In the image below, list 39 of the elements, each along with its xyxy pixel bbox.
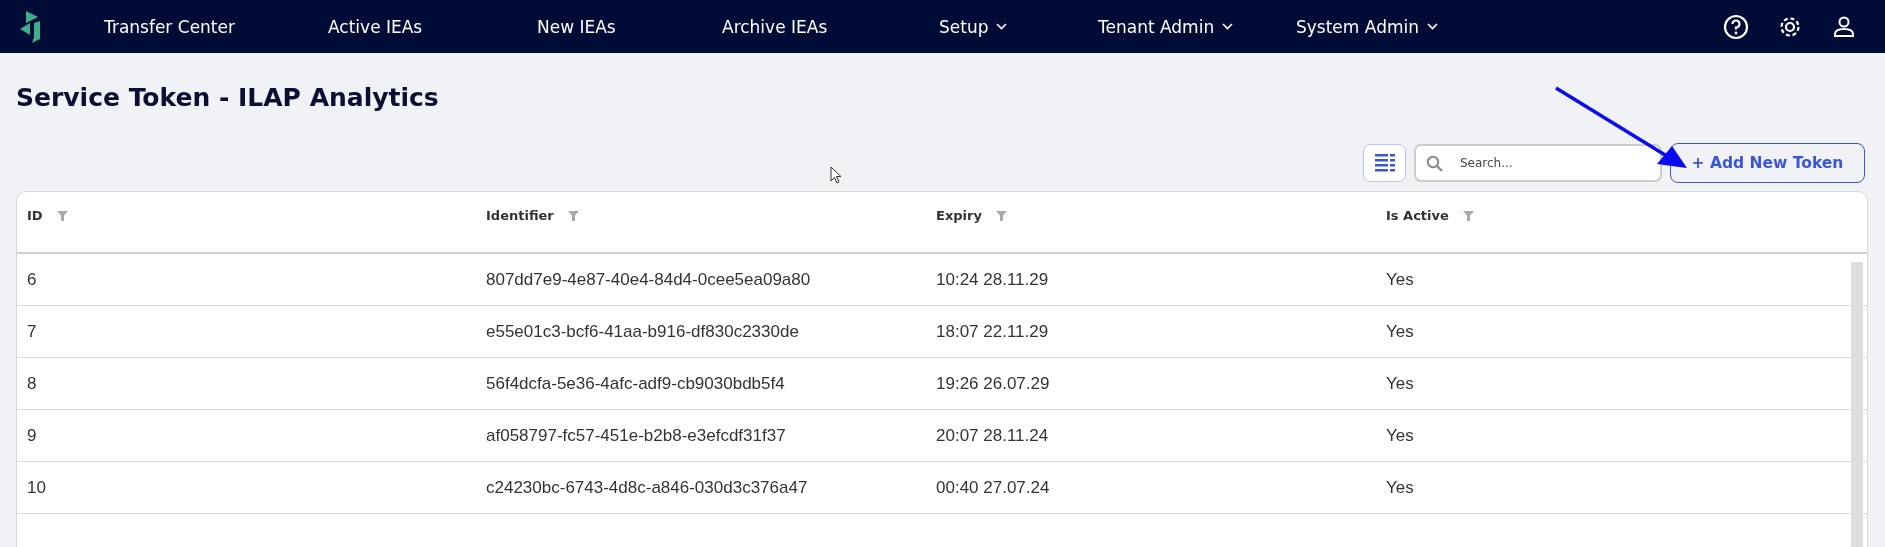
nav-link[interactable]: Transfer Center (104, 16, 328, 37)
search-field[interactable]: Search... (1414, 144, 1662, 182)
nav-link[interactable]: Tenant Admin (1098, 16, 1296, 37)
column-header[interactable]: Expiry (936, 208, 982, 223)
nav-link[interactable]: Active IEAs (328, 16, 537, 37)
table-cell: 10 (27, 477, 46, 497)
table-cell: 6 (27, 269, 37, 289)
nav-link[interactable]: System Admin (1296, 16, 1496, 37)
cursor-icon (830, 166, 843, 184)
page-title: Service Token - ILAP Analytics (16, 83, 439, 114)
scrollbar[interactable] (1851, 262, 1863, 547)
table-cell: 9 (27, 425, 37, 445)
table-cell: Yes (1386, 477, 1414, 497)
table-cell: 7 (27, 321, 37, 341)
add-token-button[interactable]: + Add New Token (1670, 143, 1865, 183)
column-header[interactable]: Identifier (486, 208, 554, 223)
table-cell: Yes (1386, 425, 1414, 445)
table-cell: 10:24 28.11.29 (936, 269, 1049, 289)
help-icon[interactable] (1722, 12, 1750, 41)
nav-link[interactable]: New IEAs (537, 16, 722, 37)
column-header[interactable]: Is Active (1386, 208, 1449, 223)
table-cell: Yes (1386, 321, 1414, 341)
table-cell: Yes (1386, 373, 1414, 393)
list-icon (1374, 154, 1395, 172)
table-cell: 18:07 22.11.29 (936, 321, 1049, 341)
nav-link[interactable]: Archive IEAs (722, 16, 939, 37)
table-cell: af058797-fc57-451e-b2b8-e3efcdf31f37 (486, 425, 786, 445)
table-cell: 19:26 26.07.29 (936, 373, 1050, 393)
table-cell: 807dd7e9-4e87-40e4-84d4-0cee5ea09a80 (486, 269, 811, 289)
columns-button[interactable] (1363, 144, 1406, 182)
table-cell: e55e01c3-bcf6-41aa-b916-df830c2330de (486, 321, 799, 341)
table-cell: 20:07 28.11.24 (936, 425, 1049, 445)
table-cell: 56f4dcfa-5e36-4afc-adf9-cb9030bdb5f4 (486, 373, 785, 393)
column-header[interactable]: ID (27, 208, 43, 223)
table-cell: c24230bc-6743-4d8c-a846-030d3c376a47 (486, 477, 808, 497)
table-cell: Yes (1386, 269, 1414, 289)
table-cell: 8 (27, 373, 37, 393)
table-cell: 00:40 27.07.24 (936, 477, 1050, 497)
nav-link[interactable]: Setup (939, 16, 1098, 37)
